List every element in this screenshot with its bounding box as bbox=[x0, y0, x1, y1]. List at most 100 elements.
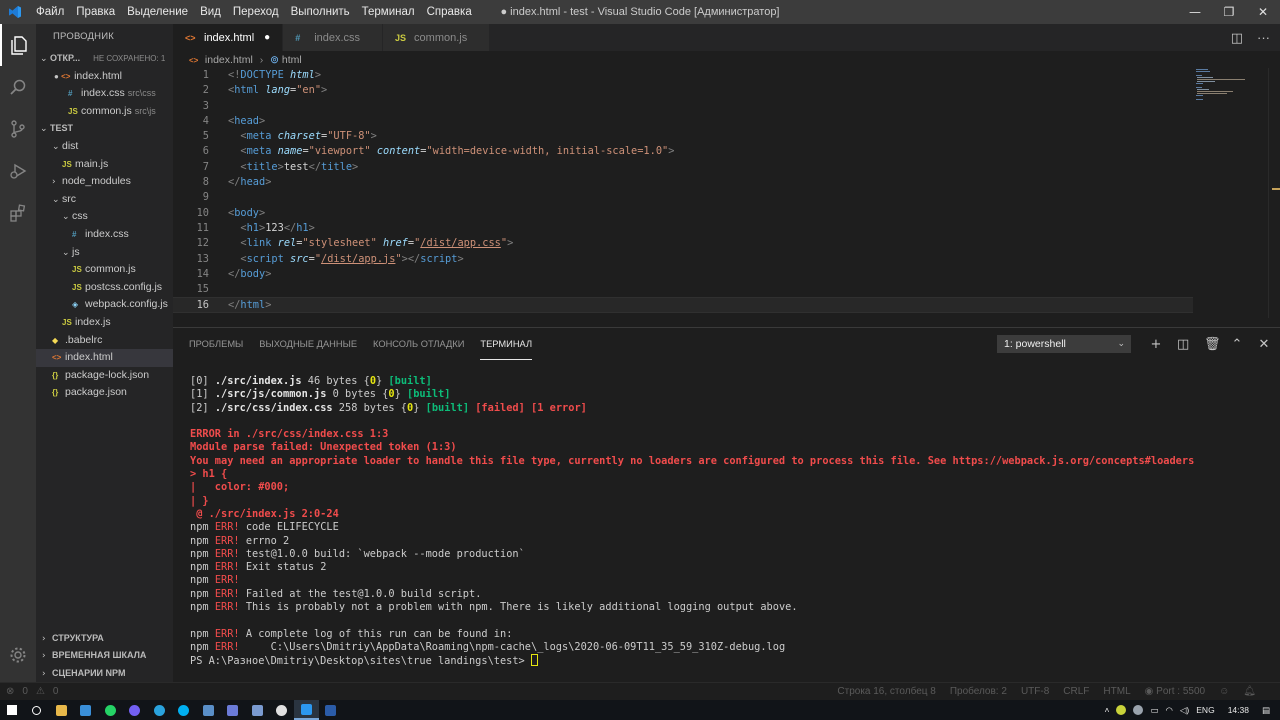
search-icon[interactable] bbox=[0, 66, 36, 108]
telegram-icon[interactable] bbox=[147, 700, 172, 720]
tree-folder[interactable]: › node_modules bbox=[36, 173, 173, 191]
breadcrumb-file[interactable]: index.html bbox=[205, 54, 253, 66]
whatsapp-icon[interactable] bbox=[98, 700, 123, 720]
skype-icon[interactable] bbox=[172, 700, 197, 720]
json-file-icon: {} bbox=[52, 370, 59, 380]
search-icon[interactable] bbox=[25, 700, 50, 720]
sidebar-section-0[interactable]: › СТРУКТУРА bbox=[36, 630, 173, 648]
notifications-bell-icon[interactable]: 🔔︎ bbox=[1243, 686, 1256, 697]
menu-item-4[interactable]: Переход bbox=[227, 0, 285, 24]
panel-tab-1[interactable]: ВЫХОДНЫЕ ДАННЫЕ bbox=[259, 328, 357, 360]
tree-folder[interactable]: ⌄ dist bbox=[36, 138, 173, 156]
tree-file[interactable]: ◈ webpack.config.js bbox=[36, 296, 173, 314]
restore-icon[interactable]: ❐ bbox=[1212, 0, 1246, 24]
line-number: 4 bbox=[202, 114, 209, 127]
terminal-output[interactable]: [0] ./src/index.js 46 bytes {0} [built][… bbox=[190, 375, 1270, 668]
new-terminal-icon[interactable]: + bbox=[1150, 337, 1162, 352]
settings-gear-icon[interactable] bbox=[0, 634, 36, 676]
panel-tab-3[interactable]: ТЕРМИНАЛ bbox=[480, 328, 533, 360]
live-server-port[interactable]: ◉ Port : 5500 bbox=[1145, 686, 1205, 697]
cursor-position[interactable]: Строка 16, столбец 8 bbox=[837, 686, 935, 697]
windows-taskbar: ˄ ▭ ◠ ◁) ENG 14:38 ▤ bbox=[0, 700, 1280, 720]
menu-item-5[interactable]: Выполнить bbox=[285, 0, 356, 24]
tab-index-css[interactable]: # index.css bbox=[283, 24, 383, 51]
tree-file[interactable]: <> index.html bbox=[36, 349, 173, 367]
menu-item-7[interactable]: Справка bbox=[421, 0, 478, 24]
end-of-line[interactable]: CRLF bbox=[1063, 686, 1089, 697]
chrome-icon[interactable] bbox=[270, 700, 295, 720]
project-section[interactable]: ⌄ TEST bbox=[36, 120, 173, 138]
windows-start-icon[interactable] bbox=[0, 700, 25, 720]
tree-file[interactable]: {} package.json bbox=[36, 384, 173, 402]
tree-file[interactable]: {} package-lock.json bbox=[36, 367, 173, 385]
volume-icon[interactable]: ◁) bbox=[1180, 705, 1189, 716]
open-editor-item[interactable]: # index.css src\css bbox=[36, 85, 173, 103]
feedback-icon[interactable]: ☺ bbox=[1219, 686, 1229, 697]
tree-file[interactable]: JS common.js bbox=[36, 261, 173, 279]
status-problems[interactable]: ⊗ 0 ⚠ 0 bbox=[0, 686, 58, 697]
language-indicator[interactable]: ENG bbox=[1196, 705, 1214, 715]
panel-tab-2[interactable]: КОНСОЛЬ ОТЛАДКИ bbox=[373, 328, 464, 360]
chevron-up-icon[interactable]: ˄ bbox=[1104, 705, 1109, 715]
close-window-icon[interactable]: ✕ bbox=[1246, 0, 1280, 24]
sidebar-section-1[interactable]: › ВРЕМЕННАЯ ШКАЛА bbox=[36, 647, 173, 665]
tree-file[interactable]: # index.css bbox=[36, 226, 173, 244]
trash-icon[interactable]: 🗑 bbox=[1204, 337, 1221, 352]
tree-file[interactable]: JS index.js bbox=[36, 314, 173, 332]
clock[interactable]: 14:38 bbox=[1228, 705, 1249, 715]
file-explorer-icon[interactable] bbox=[49, 700, 74, 720]
source-control-icon[interactable] bbox=[0, 108, 36, 150]
menu-bar: Файл Правка Выделение Вид Переход Выполнить Те… bbox=[30, 0, 478, 24]
menu-item-0[interactable]: Файл bbox=[30, 0, 70, 24]
tab-common-js[interactable]: JS common.js bbox=[383, 24, 490, 51]
vscode-icon[interactable] bbox=[294, 700, 319, 720]
chevron-up-icon[interactable]: ⌃ bbox=[1231, 337, 1243, 352]
code-editor[interactable]: 1 <!DOCTYPE html> 2 <html lang="en"> 3 4 <head… bbox=[173, 68, 1193, 318]
sidebar-section-2[interactable]: › СЦЕНАРИИ NPM bbox=[36, 665, 173, 683]
close-icon[interactable]: ✕ bbox=[1258, 337, 1270, 352]
tray-app-icon[interactable] bbox=[1133, 705, 1144, 715]
minimap[interactable] bbox=[1193, 68, 1268, 318]
tree-folder[interactable]: ⌄ src bbox=[36, 191, 173, 209]
open-editors-section[interactable]: ⌄ ОТКР... НЕ СОХРАНЕНО: 1 bbox=[36, 50, 173, 68]
open-editor-name: index.html bbox=[74, 69, 122, 82]
tray-app-icon[interactable] bbox=[1116, 705, 1127, 715]
minimize-icon[interactable]: — bbox=[1178, 0, 1212, 24]
tree-folder[interactable]: ⌄ js bbox=[36, 244, 173, 262]
menu-item-2[interactable]: Выделение bbox=[121, 0, 194, 24]
run-debug-icon[interactable] bbox=[0, 150, 36, 192]
line-number: 16 bbox=[196, 299, 209, 312]
menu-item-6[interactable]: Терминал bbox=[356, 0, 421, 24]
split-editor-icon[interactable]: ◫ bbox=[1231, 30, 1243, 46]
tree-file[interactable]: ◆ .babelrc bbox=[36, 332, 173, 350]
battery-icon[interactable]: ▭ bbox=[1150, 705, 1158, 716]
viber-icon[interactable] bbox=[123, 700, 148, 720]
powershell-icon[interactable] bbox=[319, 700, 344, 720]
breadcrumb-symbol[interactable]: html bbox=[282, 54, 302, 66]
css-file-icon: # bbox=[68, 89, 73, 99]
wifi-icon[interactable]: ◠ bbox=[1165, 705, 1172, 716]
terminal-select[interactable]: 1: powershell ⌄ bbox=[997, 335, 1131, 353]
split-terminal-icon[interactable]: ◫ bbox=[1177, 337, 1189, 352]
open-editor-item[interactable]: JS common.js src\js bbox=[36, 103, 173, 121]
extensions-icon[interactable] bbox=[0, 192, 36, 234]
encoding[interactable]: UTF-8 bbox=[1021, 686, 1049, 697]
notifications-icon[interactable]: ▤ bbox=[1262, 705, 1270, 716]
tree-file[interactable]: JS main.js bbox=[36, 156, 173, 174]
panel-tab-0[interactable]: ПРОБЛЕМЫ bbox=[189, 328, 243, 360]
open-editor-item[interactable]: ● <> index.html bbox=[36, 68, 173, 86]
app-icon[interactable] bbox=[245, 700, 270, 720]
tree-folder[interactable]: ⌄ css bbox=[36, 208, 173, 226]
more-actions-icon[interactable]: ··· bbox=[1257, 30, 1270, 45]
tree-file[interactable]: JS postcss.config.js bbox=[36, 279, 173, 297]
editor-scrollbar[interactable] bbox=[1268, 68, 1280, 318]
menu-item-1[interactable]: Правка bbox=[70, 0, 121, 24]
tab-index-html[interactable]: <> index.html ● bbox=[173, 24, 283, 51]
app-icon[interactable] bbox=[221, 700, 246, 720]
app-icon[interactable] bbox=[74, 700, 99, 720]
indentation[interactable]: Пробелов: 2 bbox=[950, 686, 1007, 697]
app-icon[interactable] bbox=[196, 700, 221, 720]
language-mode[interactable]: HTML bbox=[1103, 686, 1130, 697]
explorer-icon[interactable] bbox=[0, 24, 36, 66]
menu-item-3[interactable]: Вид bbox=[194, 0, 227, 24]
